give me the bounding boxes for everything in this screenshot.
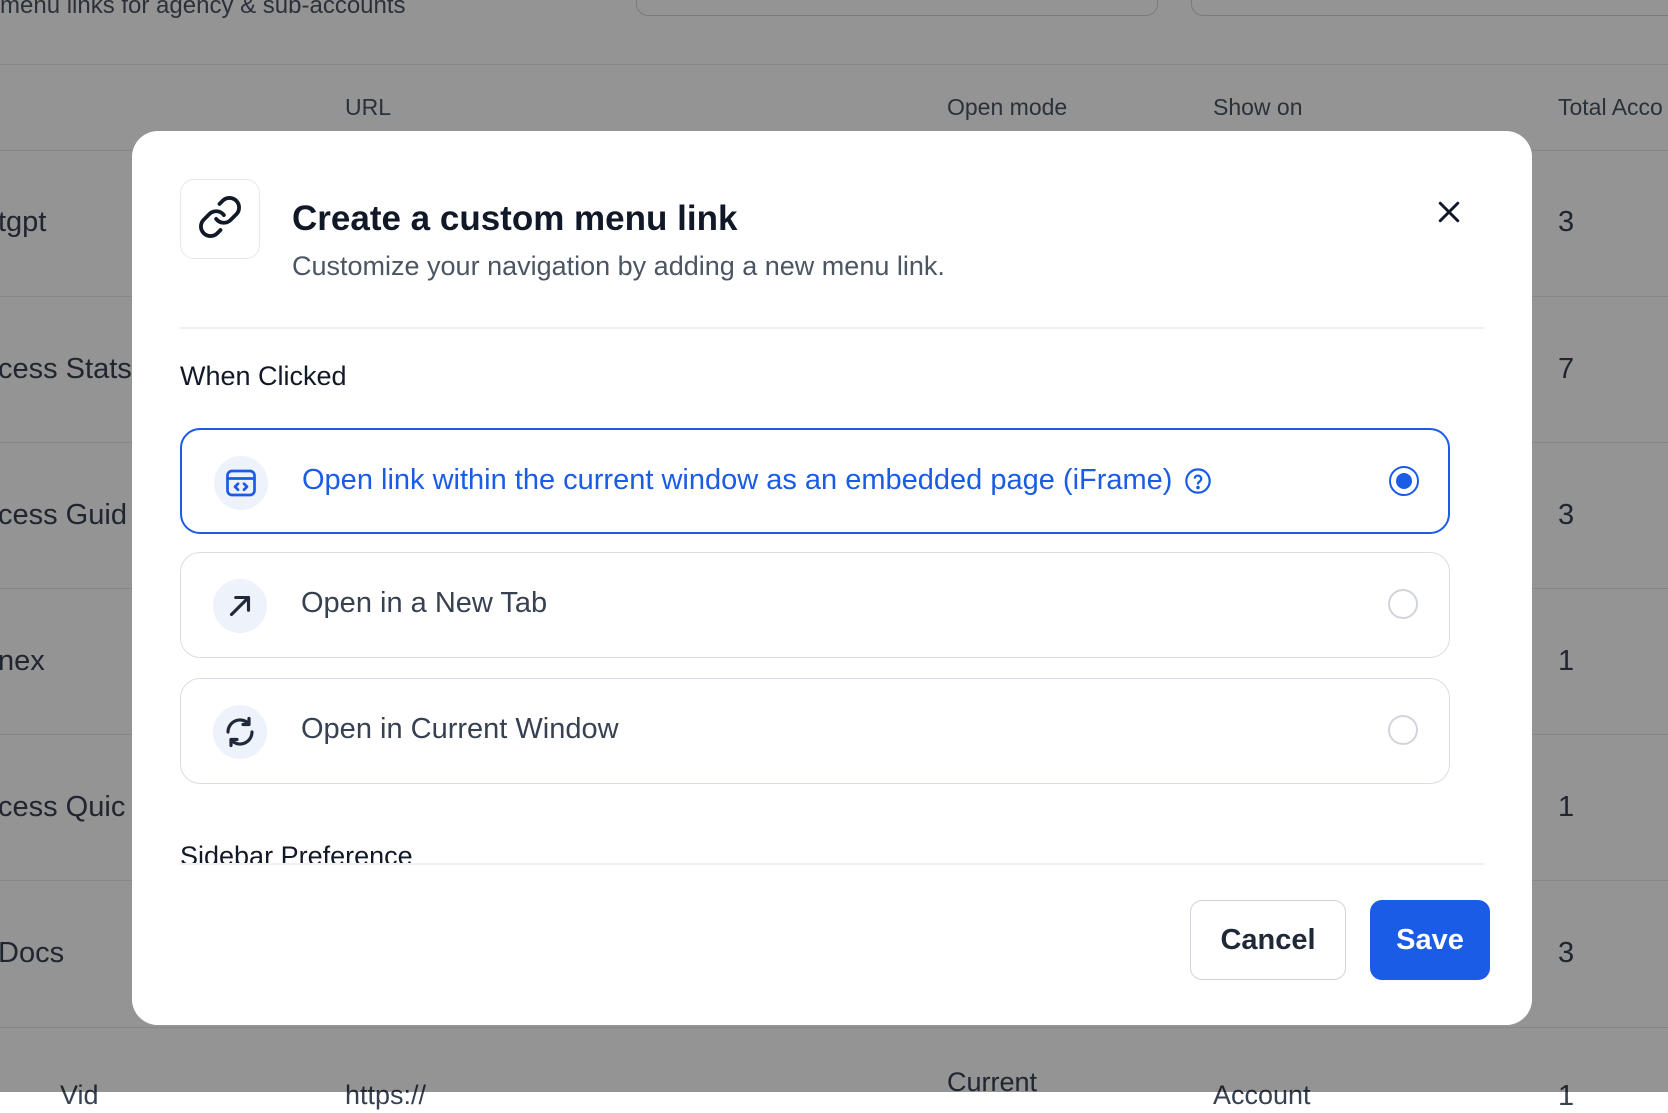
option-label: Open in Current Window <box>301 713 619 745</box>
link-icon <box>197 194 243 245</box>
when-clicked-label: When Clicked <box>180 361 347 391</box>
custom-menu-link-dialog: Create a custom menu link Customize your… <box>132 131 1532 1025</box>
cancel-button[interactable]: Cancel <box>1190 900 1346 980</box>
footer-divider <box>180 863 1484 865</box>
iframe-embed-icon <box>214 456 268 510</box>
dialog-description: Customize your navigation by adding a ne… <box>292 251 945 281</box>
option-radio[interactable] <box>1388 715 1418 745</box>
option-radio[interactable] <box>1389 466 1419 496</box>
option-open-current-window[interactable]: Open in Current Window <box>180 678 1450 784</box>
option-open-new-tab[interactable]: Open in a New Tab <box>180 552 1450 658</box>
header-icon-box <box>180 179 260 259</box>
dialog-title: Create a custom menu link <box>292 199 738 238</box>
save-button[interactable]: Save <box>1370 900 1490 980</box>
option-label: Open link within the current window as a… <box>302 464 1173 496</box>
header-divider <box>180 327 1484 329</box>
option-radio[interactable] <box>1388 589 1418 619</box>
close-icon <box>1434 197 1464 232</box>
refresh-icon <box>213 705 267 759</box>
help-icon[interactable] <box>1184 467 1212 495</box>
option-open-iframe[interactable]: Open link within the current window as a… <box>180 428 1450 534</box>
arrow-up-right-icon <box>213 579 267 633</box>
option-label: Open in a New Tab <box>301 587 548 619</box>
close-button[interactable] <box>1430 195 1468 233</box>
